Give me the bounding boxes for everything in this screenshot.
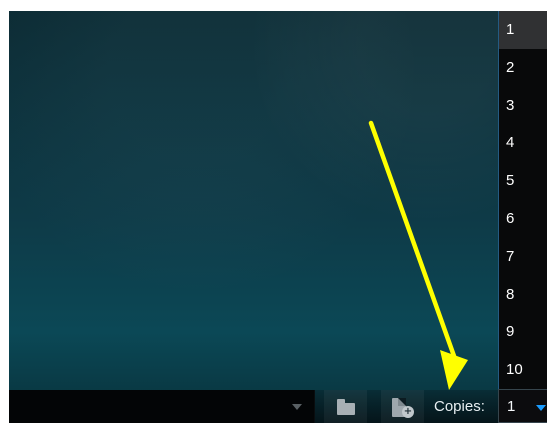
folder-icon	[337, 399, 355, 415]
copies-option-2[interactable]: 2	[499, 49, 547, 87]
add-file-button[interactable]	[381, 390, 424, 423]
output-path-field[interactable]	[9, 390, 315, 423]
copies-label: Copies:	[434, 398, 485, 415]
app-window: Copies: 12345678910 1	[9, 11, 547, 423]
copies-select[interactable]: 1	[498, 389, 547, 423]
add-file-icon	[392, 398, 414, 418]
arrow-icon	[440, 350, 468, 390]
caret-down-icon[interactable]	[536, 405, 546, 411]
copies-option-7[interactable]: 7	[499, 238, 547, 276]
copies-option-5[interactable]: 5	[499, 162, 547, 200]
copies-option-4[interactable]: 4	[499, 124, 547, 162]
annotation-arrow	[368, 120, 468, 390]
copies-option-1[interactable]: 1	[499, 11, 547, 49]
arrow-shaft	[368, 120, 457, 359]
copies-selected-value: 1	[507, 398, 516, 415]
output-dropdown-caret-icon[interactable]	[292, 404, 302, 410]
copies-option-8[interactable]: 8	[499, 276, 547, 314]
copies-dropdown-list: 1 2 3 4 5 6 7 8 9 10	[498, 11, 547, 390]
copies-option-9[interactable]: 9	[499, 313, 547, 351]
copies-option-3[interactable]: 3	[499, 87, 547, 125]
open-folder-button[interactable]	[324, 390, 367, 423]
copies-option-6[interactable]: 6	[499, 200, 547, 238]
copies-option-10[interactable]: 10	[499, 351, 547, 389]
bottom-toolbar: Copies:	[9, 390, 499, 423]
